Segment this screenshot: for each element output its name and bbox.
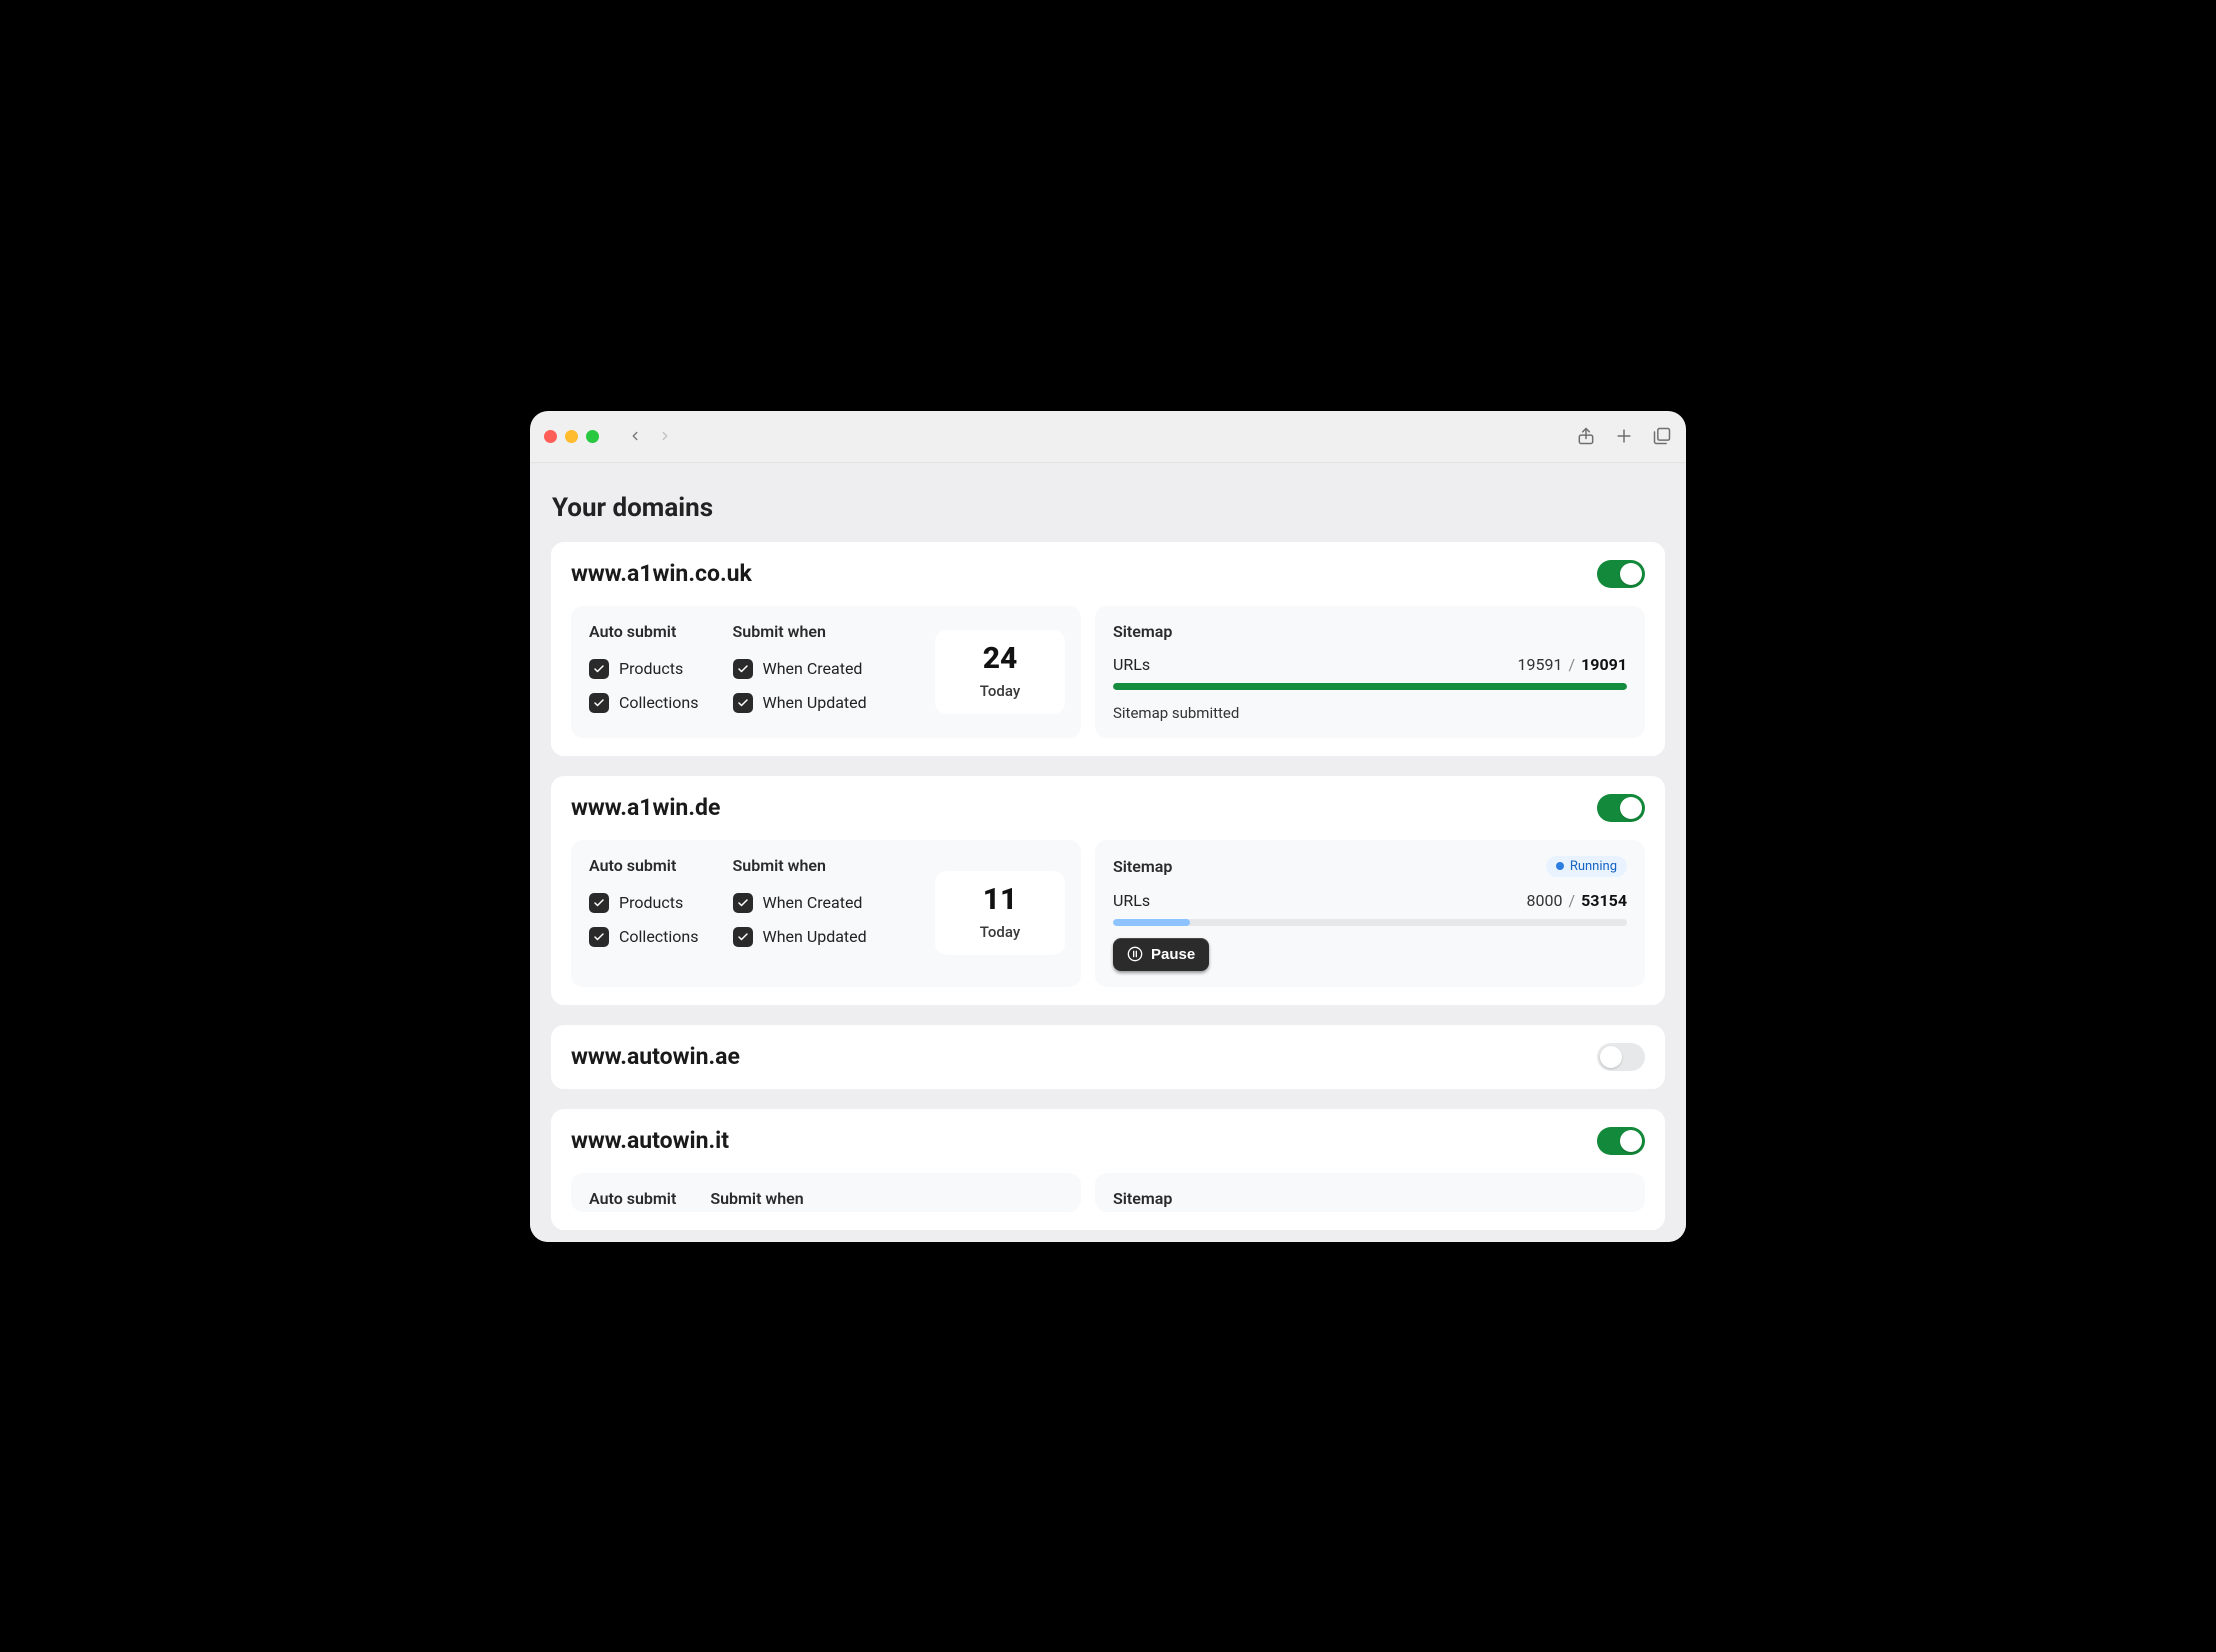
submit-when-header: Submit when — [733, 622, 867, 641]
sitemap-panel: Sitemap — [1095, 1173, 1645, 1212]
urls-label: URLs — [1113, 891, 1150, 910]
sitemap-status: Sitemap submitted — [1113, 704, 1627, 722]
urls-label: URLs — [1113, 655, 1150, 674]
domain-card: www.autowin.ae — [550, 1024, 1666, 1090]
domain-name: www.autowin.it — [571, 1127, 729, 1154]
products-checkbox[interactable] — [589, 659, 609, 679]
page-content: Your domains www.a1win.co.uk Auto submit… — [530, 463, 1686, 1242]
collections-checkbox[interactable] — [589, 693, 609, 713]
status-badge: Running — [1546, 856, 1627, 877]
enable-toggle[interactable] — [1597, 1043, 1645, 1071]
enable-toggle[interactable] — [1597, 560, 1645, 588]
when-created-label: When Created — [763, 893, 863, 912]
sitemap-header: Sitemap — [1113, 857, 1172, 876]
urls-done: 19591 — [1518, 655, 1563, 674]
submit-when-header: Submit when — [733, 856, 867, 875]
back-button[interactable] — [623, 424, 647, 448]
submit-when-header: Submit when — [710, 1189, 803, 1208]
window-controls — [544, 430, 599, 443]
titlebar — [530, 411, 1686, 463]
today-count: 11 Today — [935, 871, 1065, 955]
domain-card: www.a1win.co.uk Auto submit Products — [550, 541, 1666, 757]
progress-bar — [1113, 919, 1627, 926]
when-created-checkbox[interactable] — [733, 659, 753, 679]
collections-label: Collections — [619, 693, 699, 712]
collections-checkbox[interactable] — [589, 927, 609, 947]
urls-progress: 8000/53154 — [1527, 891, 1627, 910]
urls-total: 53154 — [1581, 891, 1627, 910]
maximize-window-button[interactable] — [586, 430, 599, 443]
urls-done: 8000 — [1527, 891, 1563, 910]
auto-submit-header: Auto submit — [589, 622, 699, 641]
progress-bar — [1113, 683, 1627, 690]
enable-toggle[interactable] — [1597, 1127, 1645, 1155]
products-label: Products — [619, 659, 683, 678]
settings-panel: Auto submit Submit when — [571, 1173, 1081, 1212]
settings-panel: Auto submit Products Collections S — [571, 840, 1081, 987]
pause-button[interactable]: Pause — [1113, 938, 1209, 971]
sitemap-header: Sitemap — [1113, 1189, 1172, 1208]
domain-name: www.a1win.de — [571, 794, 720, 821]
today-count-value: 24 — [983, 644, 1018, 674]
when-updated-label: When Updated — [763, 927, 867, 946]
today-count-label: Today — [980, 923, 1020, 941]
share-icon[interactable] — [1576, 426, 1596, 446]
page-title: Your domains — [552, 493, 1666, 523]
sitemap-panel: Sitemap URLs 19591/19091 Sitemap submitt… — [1095, 606, 1645, 738]
nav-arrows — [623, 424, 677, 448]
urls-progress: 19591/19091 — [1518, 655, 1627, 674]
domain-name: www.autowin.ae — [571, 1043, 740, 1070]
collections-label: Collections — [619, 927, 699, 946]
titlebar-actions — [1576, 426, 1672, 446]
today-count-label: Today — [980, 682, 1020, 700]
when-updated-checkbox[interactable] — [733, 927, 753, 947]
auto-submit-header: Auto submit — [589, 1189, 676, 1208]
pause-button-label: Pause — [1151, 946, 1195, 963]
auto-submit-header: Auto submit — [589, 856, 699, 875]
domain-name: www.a1win.co.uk — [571, 560, 752, 587]
products-checkbox[interactable] — [589, 893, 609, 913]
when-created-label: When Created — [763, 659, 863, 678]
when-created-checkbox[interactable] — [733, 893, 753, 913]
enable-toggle[interactable] — [1597, 794, 1645, 822]
sitemap-panel: Sitemap Running URLs 8000/53154 — [1095, 840, 1645, 987]
browser-window: Your domains www.a1win.co.uk Auto submit… — [530, 411, 1686, 1242]
today-count-value: 11 — [983, 885, 1018, 915]
minimize-window-button[interactable] — [565, 430, 578, 443]
urls-total: 19091 — [1581, 655, 1627, 674]
tabs-overview-icon[interactable] — [1652, 426, 1672, 446]
pause-icon — [1127, 946, 1143, 962]
sitemap-header: Sitemap — [1113, 622, 1172, 641]
close-window-button[interactable] — [544, 430, 557, 443]
domain-card: www.a1win.de Auto submit Products — [550, 775, 1666, 1006]
new-tab-icon[interactable] — [1614, 426, 1634, 446]
status-badge-label: Running — [1570, 859, 1617, 874]
settings-panel: Auto submit Products Collections S — [571, 606, 1081, 738]
products-label: Products — [619, 893, 683, 912]
forward-button[interactable] — [653, 424, 677, 448]
when-updated-checkbox[interactable] — [733, 693, 753, 713]
domain-card: www.autowin.it Auto submit Submit when S… — [550, 1108, 1666, 1231]
when-updated-label: When Updated — [763, 693, 867, 712]
status-dot-icon — [1556, 862, 1564, 870]
today-count: 24 Today — [935, 630, 1065, 714]
